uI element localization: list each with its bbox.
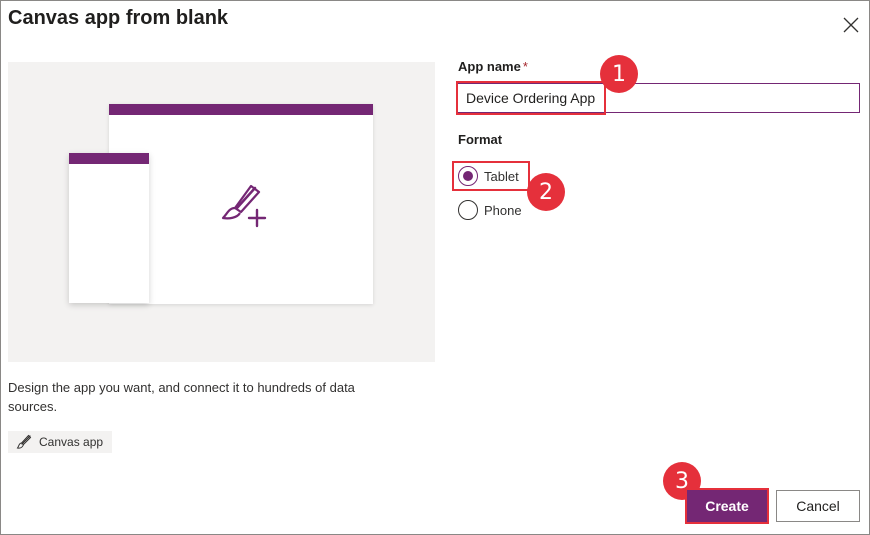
radio-circle bbox=[458, 166, 478, 186]
format-radio-tablet[interactable]: Tablet bbox=[458, 166, 519, 186]
app-name-label: App name * bbox=[458, 59, 528, 74]
radio-selected-dot bbox=[463, 171, 473, 181]
app-name-label-text: App name bbox=[458, 59, 521, 74]
close-icon bbox=[843, 17, 859, 33]
brush-plus-icon bbox=[221, 184, 267, 228]
close-button[interactable] bbox=[839, 13, 863, 37]
app-illustration bbox=[8, 62, 435, 362]
callout-badge-1: 1 bbox=[600, 55, 638, 93]
create-button[interactable]: Create bbox=[685, 488, 769, 524]
canvas-app-dialog: Canvas app from blank Design the app you… bbox=[0, 0, 870, 535]
canvas-app-chip[interactable]: Canvas app bbox=[8, 431, 113, 453]
app-name-input[interactable] bbox=[457, 83, 860, 113]
radio-circle bbox=[458, 200, 478, 220]
window-title-bar bbox=[69, 153, 149, 164]
chip-label: Canvas app bbox=[39, 435, 104, 449]
format-option-label: Phone bbox=[484, 202, 522, 218]
phone-window-illustration bbox=[69, 153, 149, 303]
format-label: Format bbox=[458, 132, 503, 147]
window-title-bar bbox=[109, 104, 373, 115]
cancel-button[interactable]: Cancel bbox=[776, 490, 860, 522]
format-option-label: Tablet bbox=[484, 168, 519, 184]
dialog-description: Design the app you want, and connect it … bbox=[8, 380, 355, 414]
format-radio-phone[interactable]: Phone bbox=[458, 200, 522, 220]
paintbrush-icon bbox=[16, 434, 32, 449]
dialog-title: Canvas app from blank bbox=[8, 7, 229, 29]
callout-badge-2: 2 bbox=[527, 173, 565, 211]
required-marker: * bbox=[522, 59, 528, 74]
